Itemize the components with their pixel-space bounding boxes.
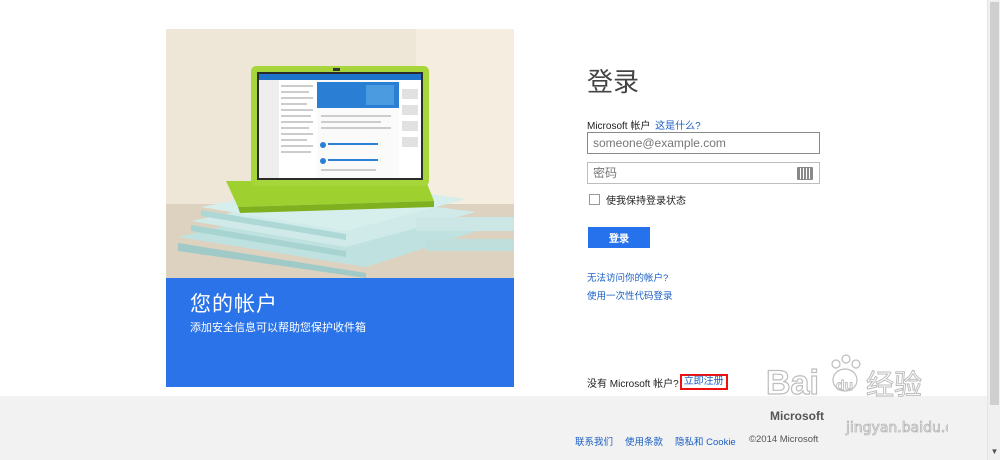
- sign-up-link[interactable]: 立即注册: [679, 374, 728, 390]
- hero-title: 您的帐户: [190, 293, 278, 316]
- privacy-link[interactable]: 隐私和 Cookie: [675, 434, 736, 448]
- no-account-row: 没有 Microsoft 帐户? 立即注册: [587, 374, 728, 390]
- laptop-illustration: [166, 29, 514, 278]
- watermark-suffix: 经验: [866, 368, 922, 401]
- account-label: Microsoft 帐户: [587, 121, 651, 132]
- hero-panel: 您的帐户 添加安全信息可以帮助您保护收件箱: [166, 278, 514, 387]
- hero-subtitle: 添加安全信息可以帮助您保护收件箱: [190, 322, 366, 334]
- keep-signed-in-checkbox[interactable]: [589, 194, 600, 205]
- no-account-text: 没有 Microsoft 帐户?: [587, 378, 679, 390]
- keyboard-icon[interactable]: [797, 167, 813, 180]
- whats-this-link[interactable]: 这是什么?: [655, 121, 701, 132]
- laptop-photo: [166, 29, 514, 278]
- watermark-url: jingyan.baidu.com: [845, 420, 948, 436]
- hero-section: 您的帐户 添加安全信息可以帮助您保护收件箱: [166, 29, 514, 387]
- signin-form: 登录 Microsoft 帐户 这是什么? 使我保持登录状态 登录 无法访问你的…: [587, 0, 827, 396]
- baidu-watermark: Bai du 经验 jingyan.baidu.com: [766, 354, 948, 436]
- terms-link[interactable]: 使用条款: [625, 434, 663, 448]
- page-title: 登录: [587, 67, 640, 97]
- keep-signed-in-label: 使我保持登录状态: [606, 196, 686, 207]
- keep-signed-in-row[interactable]: 使我保持登录状态: [589, 192, 686, 207]
- scrollbar-thumb[interactable]: [990, 2, 999, 405]
- vertical-scrollbar[interactable]: ▼: [987, 0, 1000, 460]
- cant-access-link[interactable]: 无法访问你的帐户?: [587, 270, 668, 284]
- account-label-row: Microsoft 帐户 这是什么?: [587, 117, 701, 132]
- one-time-code-link[interactable]: 使用一次性代码登录: [587, 288, 673, 302]
- password-field[interactable]: [587, 162, 820, 184]
- contact-link[interactable]: 联系我们: [575, 434, 613, 448]
- email-field[interactable]: [587, 132, 820, 154]
- watermark-brand: Bai: [766, 364, 819, 402]
- signin-button[interactable]: 登录: [588, 227, 650, 248]
- watermark-brand-du: du: [836, 377, 853, 393]
- scroll-down-icon[interactable]: ▼: [990, 446, 999, 458]
